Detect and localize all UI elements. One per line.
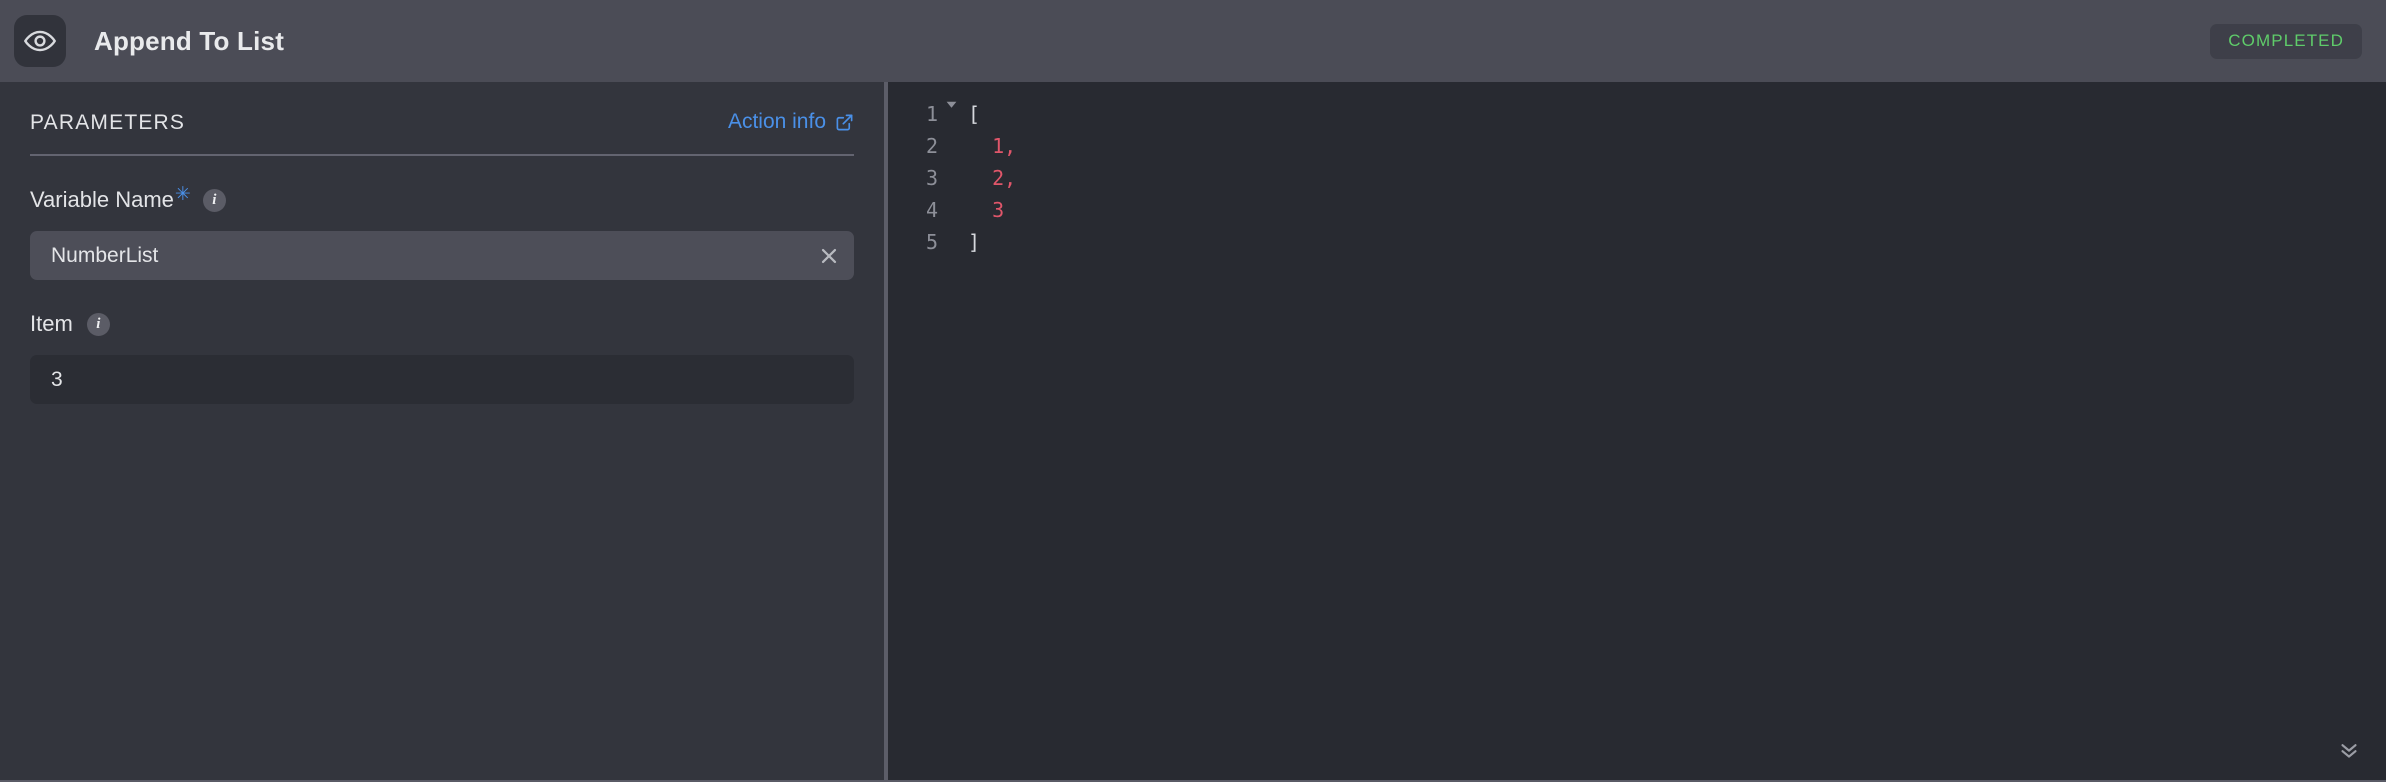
info-icon[interactable]: i [86,312,110,336]
section-divider [30,154,854,156]
field-variable-name: Variable Name ✳ i NumberList [30,184,854,280]
item-input[interactable]: 3 [30,355,854,404]
code-line: 1 [ [888,98,2386,130]
action-info-link[interactable]: Action info [728,110,854,135]
line-number: 2 [925,134,938,158]
field-label-row: Item i [30,311,854,337]
external-link-icon [835,113,854,132]
action-info-label: Action info [727,110,826,133]
chevron-down-triangle-icon[interactable] [938,98,964,111]
code-text: 3 [968,198,1005,222]
panel-body: PARAMETERS Action info Variable Name ✳ i… [0,82,2386,780]
field-label-row: Variable Name ✳ i [30,184,854,213]
line-number: 4 [925,198,938,222]
field-item: Item i 3 [30,311,854,404]
line-number: 3 [925,166,938,190]
parameters-header-row: PARAMETERS Action info [30,82,854,135]
variable-name-value: NumberList [51,245,159,266]
eye-icon[interactable] [14,15,66,67]
close-icon[interactable] [804,231,854,280]
field-label: Item [30,311,73,336]
field-label: Variable Name [30,187,174,212]
code-text: 1, [968,134,1017,158]
code-area: 1 [ 2 1, 3 2, 4 3 5] [888,82,2386,258]
double-chevron-down-icon[interactable] [2332,732,2366,766]
code-line: 2 1, [888,130,2386,162]
info-icon[interactable]: i [202,188,226,212]
code-text: [ [968,102,981,126]
line-number: 5 [925,230,938,254]
panel-header: Append To List COMPLETED [0,0,2386,82]
parameters-panel: PARAMETERS Action info Variable Name ✳ i… [0,82,888,780]
item-value: 3 [51,369,63,390]
json-output-viewer[interactable]: 1 [ 2 1, 3 2, 4 3 5] [888,82,2386,780]
code-line: 4 3 [888,194,2386,226]
code-text: 2, [968,166,1017,190]
line-number: 1 [925,102,938,126]
status-badge: COMPLETED [2210,23,2362,59]
parameters-section-title: PARAMETERS [30,111,186,134]
required-asterisk-icon: ✳ [174,184,191,205]
action-detail-panel: Append To List COMPLETED PARAMETERS Acti… [0,0,2386,782]
variable-name-input[interactable]: NumberList [30,231,854,280]
page-title: Append To List [94,25,285,56]
code-line: 5 ] [888,226,2386,258]
code-line: 3 2, [888,162,2386,194]
code-text: ] [968,230,981,254]
